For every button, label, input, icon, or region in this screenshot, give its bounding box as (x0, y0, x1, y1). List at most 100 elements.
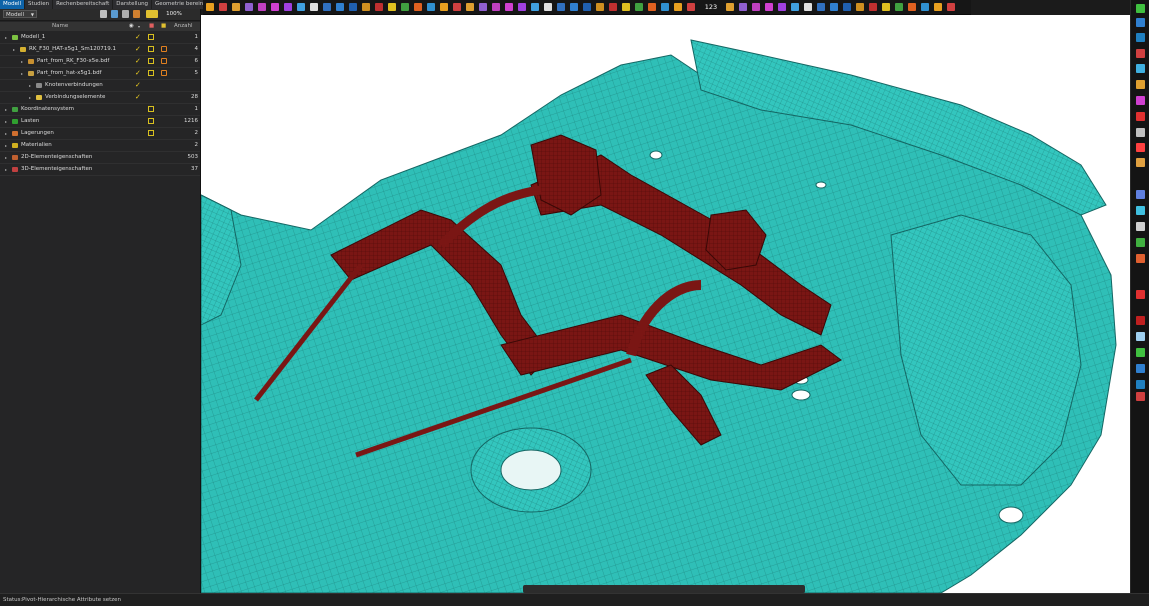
tree-row[interactable]: ▸ Lagerungen 2 (0, 128, 200, 140)
fe-model-render[interactable] (201, 15, 1130, 593)
mesh-icon[interactable] (674, 3, 682, 11)
cube-icon[interactable] (1136, 222, 1145, 231)
element-icon[interactable] (726, 3, 734, 11)
palette-icon[interactable] (1136, 190, 1145, 199)
material-swatch[interactable] (161, 70, 167, 76)
layers-icon[interactable] (1136, 18, 1145, 27)
counter-icon[interactable] (947, 3, 955, 11)
counter-icon[interactable] (336, 3, 344, 11)
expand-arrow-icon[interactable]: ▸ (5, 140, 7, 151)
layers-icon[interactable] (1136, 238, 1145, 247)
color-swatch[interactable] (148, 70, 154, 76)
stack-icon[interactable] (1136, 158, 1145, 167)
mesh-icon[interactable] (895, 3, 903, 11)
view-icon[interactable] (635, 3, 643, 11)
view-icon[interactable] (1136, 128, 1145, 137)
expand-arrow-icon[interactable]: ▸ (29, 92, 31, 103)
highlight-icon[interactable] (146, 10, 158, 18)
node-icon[interactable] (492, 3, 500, 11)
measure-icon[interactable] (323, 3, 331, 11)
color-swatch[interactable] (148, 118, 154, 124)
view-icon[interactable] (1136, 380, 1145, 389)
section-icon[interactable] (362, 3, 370, 11)
expand-arrow-icon[interactable]: ▸ (21, 68, 23, 79)
tree-row[interactable]: ▸ Modell_1 ✓ 1 (0, 32, 200, 44)
selection-counter[interactable]: 123 (701, 0, 721, 14)
select-icon[interactable] (882, 3, 890, 11)
view-icon[interactable] (245, 3, 253, 11)
tree-row[interactable]: ▸ Part_from_RK_F30-x5e.bdf ✓ 6 (0, 56, 200, 68)
tab-modell[interactable]: Modell (0, 0, 25, 9)
visibility-check-icon[interactable]: ✓ (135, 32, 141, 43)
grid-icon[interactable] (1136, 254, 1145, 263)
select-icon[interactable] (466, 3, 474, 11)
section-icon[interactable] (778, 3, 786, 11)
select-icon[interactable] (661, 3, 669, 11)
material-swatch[interactable] (161, 46, 167, 52)
color-icon[interactable] (570, 3, 578, 11)
tab-darstellung[interactable]: Darstellung (113, 0, 152, 9)
visibility-check-icon[interactable]: ✓ (135, 44, 141, 55)
cube-icon[interactable] (609, 3, 617, 11)
zoom-display[interactable]: 100% (166, 10, 182, 18)
sphere-icon[interactable] (817, 3, 825, 11)
expand-arrow-icon[interactable]: ▸ (5, 128, 7, 139)
counter-icon[interactable] (752, 3, 760, 11)
mesh-icon[interactable] (284, 3, 292, 11)
measure-icon[interactable] (1136, 49, 1145, 58)
list-icon[interactable] (122, 10, 129, 18)
select-icon[interactable] (271, 3, 279, 11)
node-icon[interactable] (297, 3, 305, 11)
node-icon[interactable] (908, 3, 916, 11)
sphere-icon[interactable] (1136, 143, 1145, 152)
expand-arrow-icon[interactable]: ▸ (5, 32, 7, 43)
visibility-check-icon[interactable]: ✓ (135, 68, 141, 79)
model-select[interactable]: Modell ▼ (3, 10, 37, 18)
view-icon[interactable] (440, 3, 448, 11)
column-count-header[interactable]: Anzahl (174, 22, 193, 31)
color-swatch[interactable] (148, 130, 154, 136)
tree-row[interactable]: ▸ 2D-Elementeigenschaften 503 (0, 152, 200, 164)
render-icon[interactable] (648, 3, 656, 11)
mesh-icon[interactable] (479, 3, 487, 11)
arrow-icon[interactable] (1136, 332, 1145, 341)
globe-icon[interactable] (1136, 206, 1145, 215)
visibility-check-icon[interactable]: ✓ (135, 92, 141, 103)
tree-row[interactable]: ▸ 3D-Elementeigenschaften 37 (0, 164, 200, 176)
color-swatch[interactable] (148, 34, 154, 40)
rotate-icon[interactable] (843, 3, 851, 11)
rotate-icon[interactable] (232, 3, 240, 11)
clip-icon[interactable] (349, 3, 357, 11)
config-icon[interactable] (133, 10, 140, 18)
view-icon[interactable] (856, 3, 864, 11)
eye-icon[interactable]: ◉ (129, 22, 134, 31)
tree-row[interactable]: ▸ Verbindungselemente ✓ 28 (0, 92, 200, 104)
settings-icon[interactable] (388, 3, 396, 11)
expand-arrow-icon[interactable]: ▸ (29, 80, 31, 91)
tree-row[interactable]: ▸ Materialien 2 (0, 140, 200, 152)
sphere-icon[interactable] (596, 3, 604, 11)
color-swatch[interactable] (148, 46, 154, 52)
cube-icon[interactable] (414, 3, 422, 11)
sort-icon[interactable]: ▾ (138, 22, 140, 31)
expand-arrow-icon[interactable]: ▸ (5, 104, 7, 115)
magnet-icon[interactable] (1136, 112, 1145, 121)
3d-viewport[interactable] (201, 15, 1130, 593)
node-icon[interactable] (687, 3, 695, 11)
visibility-check-icon[interactable]: ✓ (135, 56, 141, 67)
measure-icon[interactable] (739, 3, 747, 11)
cube-icon[interactable] (1136, 4, 1145, 13)
viewport-scrollbar[interactable] (523, 585, 805, 593)
clip-icon[interactable] (765, 3, 773, 11)
tool-icon[interactable] (1136, 348, 1145, 357)
tab-studien[interactable]: Studien (25, 0, 53, 9)
element-icon[interactable] (921, 3, 929, 11)
magnet-icon[interactable] (1136, 364, 1145, 373)
chart-icon[interactable] (1136, 316, 1145, 325)
element-icon[interactable] (505, 3, 513, 11)
expand-arrow-icon[interactable]: ▸ (5, 116, 7, 127)
expand-arrow-icon[interactable]: ▸ (5, 164, 7, 175)
tree-row[interactable]: ▸ RK_F30_HAT-x5g1_Sm120719.1 ✓ 4 (0, 44, 200, 56)
clip-icon[interactable] (544, 3, 552, 11)
measure-icon[interactable] (1136, 290, 1145, 299)
